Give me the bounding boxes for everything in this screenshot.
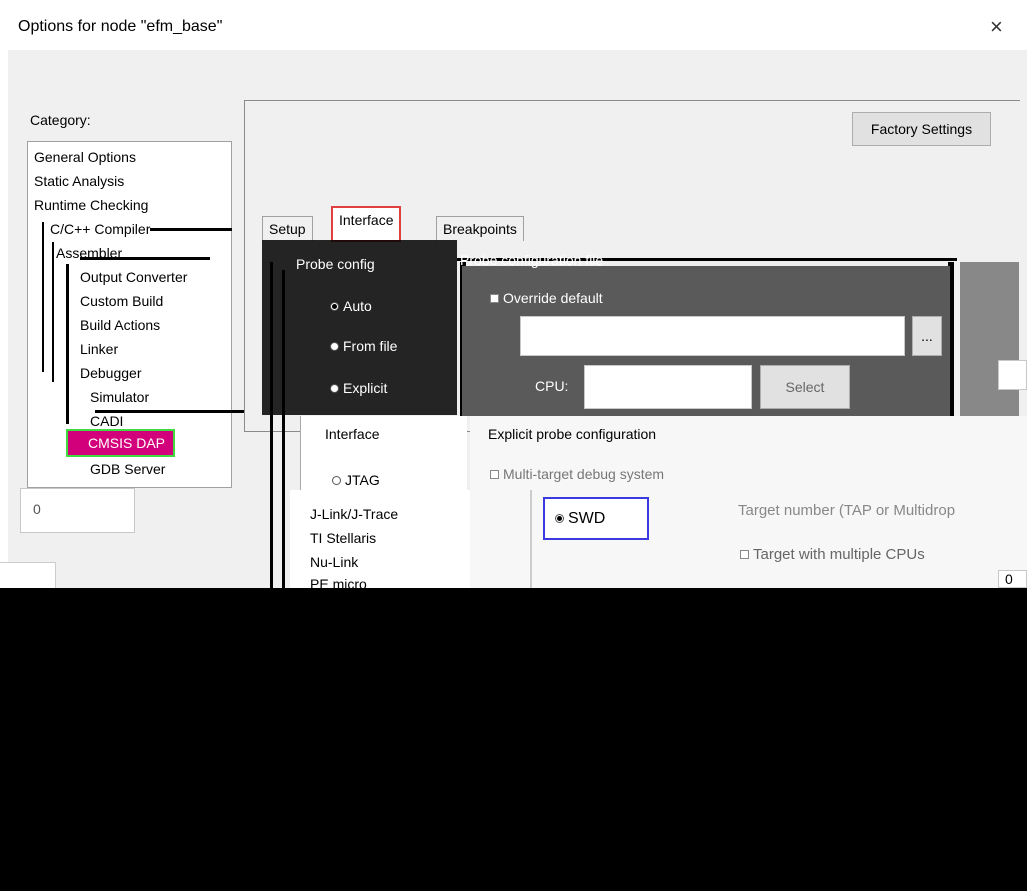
category-item-runtime-checking[interactable]: Runtime Checking	[34, 196, 148, 214]
category-label: Category:	[30, 112, 91, 128]
cpu-field-right[interactable]	[998, 360, 1027, 390]
multi-target-checkbox[interactable]: Multi-target debug system	[490, 466, 664, 482]
category-item-gdb-server[interactable]: GDB Server	[90, 460, 165, 478]
target-number-label: Target number (TAP or Multidrop	[738, 502, 956, 519]
render-blackout	[0, 588, 1027, 891]
glitch-bar	[95, 410, 265, 413]
category-item-custom-build[interactable]: Custom Build	[80, 292, 163, 310]
checkbox-indicator	[490, 293, 499, 303]
tree-line	[52, 242, 54, 382]
category-item-cmsis-dap[interactable]: CMSIS DAP	[65, 429, 176, 457]
glitch-bar	[80, 257, 210, 260]
explicit-probe-label: Explicit probe configuration	[488, 426, 657, 442]
left-numeric-value: 0	[33, 501, 41, 517]
category-item-c-compiler[interactable]: C/C++ Compiler	[50, 220, 150, 238]
probe-auto-label: Auto	[343, 298, 372, 314]
multiple-cpus-label: Target with multiple CPUs	[753, 546, 925, 563]
tab-breakpoints[interactable]: Breakpoints	[436, 216, 524, 241]
driver-list[interactable]: J-Link/J-Trace TI Stellaris Nu-Link PE m…	[290, 490, 470, 592]
tab-interface[interactable]: Interface	[331, 206, 402, 242]
driver-list-item[interactable]: Nu-Link	[310, 554, 358, 570]
category-item-build-actions[interactable]: Build Actions	[80, 316, 160, 334]
cpu-field[interactable]	[584, 365, 752, 409]
probe-config-file-path[interactable]	[520, 316, 905, 356]
multiple-cpus-checkbox[interactable]: Target with multiple CPUs	[740, 546, 925, 563]
override-default-label: Override default	[503, 290, 603, 306]
category-item-output-converter[interactable]: Output Converter	[80, 268, 187, 286]
glitch-bar	[150, 228, 232, 231]
left-numeric-field[interactable]: 0	[20, 488, 135, 533]
glitch-bar	[282, 270, 285, 590]
interface-swd-radio[interactable]: SWD	[543, 497, 649, 540]
probe-from-file-label: From file	[343, 338, 398, 354]
category-item-static-analysis[interactable]: Static Analysis	[34, 172, 124, 190]
radio-indicator	[330, 341, 339, 351]
glitch-region	[960, 262, 1019, 417]
tab-setup[interactable]: Setup	[262, 216, 313, 241]
radio-indicator	[330, 301, 339, 311]
radio-indicator	[332, 475, 341, 485]
browse-button[interactable]: ...	[912, 316, 942, 356]
category-item-debugger[interactable]: Debugger	[80, 364, 142, 382]
override-default-checkbox[interactable]: Override default	[490, 290, 603, 306]
category-item-general-options[interactable]: General Options	[34, 148, 136, 166]
glitch-bar	[270, 262, 273, 590]
interface-jtag-radio[interactable]: JTAG	[332, 472, 380, 488]
close-icon[interactable]: ×	[990, 14, 1003, 40]
driver-list-item[interactable]: TI Stellaris	[310, 530, 376, 546]
category-item-linker[interactable]: Linker	[80, 340, 118, 358]
category-item-simulator[interactable]: Simulator	[90, 388, 149, 406]
cpu-select-button[interactable]: Select	[760, 365, 850, 409]
probe-config-file-label: Probe configuration file	[460, 252, 604, 268]
category-item-cadi[interactable]: CADI	[90, 412, 123, 430]
interface-label: Interface	[325, 426, 380, 442]
radio-indicator	[555, 514, 564, 523]
probe-auto-radio[interactable]: Auto	[330, 298, 372, 314]
tree-line	[42, 222, 44, 372]
dialog-title: Options for node "efm_base"	[18, 18, 223, 35]
multi-target-label: Multi-target debug system	[503, 466, 665, 482]
probe-config-label: Probe config	[296, 256, 375, 272]
cpu-number-field[interactable]: 0	[998, 570, 1027, 588]
lower-left-field[interactable]	[0, 562, 56, 589]
driver-list-item[interactable]: J-Link/J-Trace	[310, 506, 398, 522]
tree-line	[66, 264, 69, 424]
checkbox-indicator	[740, 550, 749, 559]
probe-explicit-label: Explicit	[343, 380, 388, 396]
interface-jtag-label: JTAG	[345, 472, 380, 488]
radio-indicator	[330, 383, 339, 393]
factory-settings-button[interactable]: Factory Settings	[852, 112, 991, 146]
probe-explicit-radio[interactable]: Explicit	[330, 380, 387, 396]
probe-from-file-radio[interactable]: From file	[330, 338, 397, 354]
cpu-label: CPU:	[535, 378, 569, 394]
category-list[interactable]: General Options Static Analysis Runtime …	[27, 141, 232, 488]
checkbox-indicator	[490, 469, 499, 479]
divider	[530, 490, 532, 588]
interface-swd-label: SWD	[568, 509, 606, 527]
